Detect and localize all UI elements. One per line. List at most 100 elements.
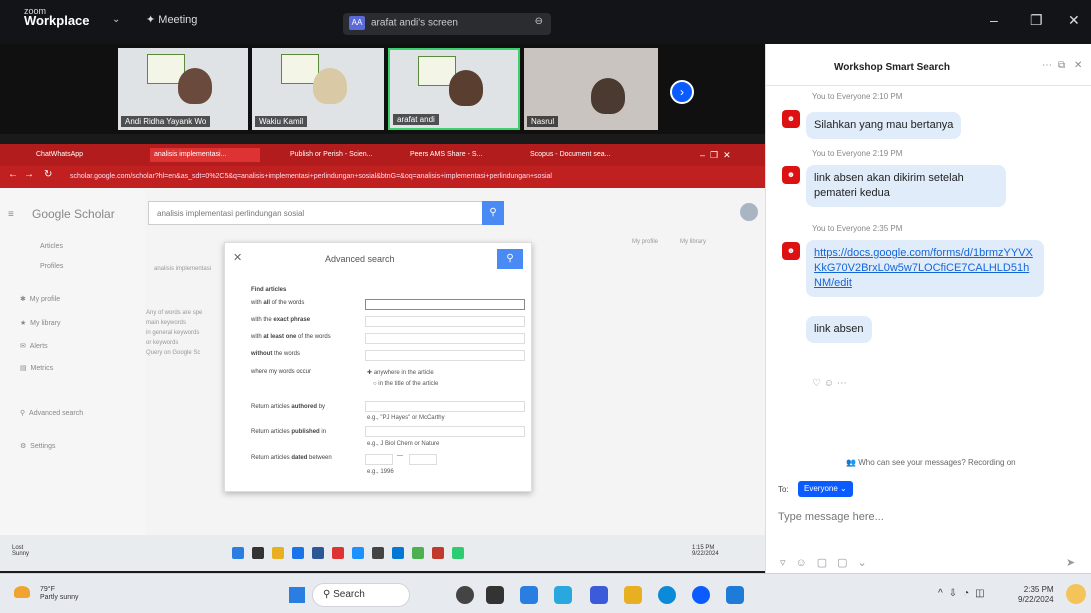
edge-icon[interactable]	[392, 547, 404, 559]
edge-icon[interactable]	[658, 586, 676, 604]
app-icon[interactable]	[590, 586, 608, 604]
year-from-input[interactable]	[365, 454, 393, 465]
year-to-input[interactable]	[409, 454, 437, 465]
next-participants-button[interactable]: ›	[670, 80, 694, 104]
without-words-input[interactable]	[365, 350, 525, 361]
chat-title: Workshop Smart Search	[834, 62, 950, 73]
url-field[interactable]: scholar.google.com/scholar?hl=en&as_sdt=…	[70, 170, 630, 184]
forward-icon[interactable]: →	[24, 169, 34, 180]
chat-message[interactable]: https://docs.google.com/forms/d/1brmzYYV…	[806, 240, 1044, 297]
background-snippet: main keywords	[146, 320, 187, 326]
chevron-down-icon[interactable]: ⌄	[112, 14, 120, 25]
at-least-one-input[interactable]	[365, 333, 525, 344]
recipient-dropdown[interactable]: Everyone ⌄	[798, 481, 853, 497]
publication-input[interactable]	[365, 426, 525, 437]
app-icon[interactable]	[372, 547, 384, 559]
app-icon[interactable]	[726, 586, 744, 604]
chat-message[interactable]: link absen	[806, 316, 872, 343]
screen-share-indicator[interactable]: AA arafat andi's screen ⊖	[343, 13, 551, 35]
meeting-menu[interactable]: ✦ Meeting	[146, 13, 197, 26]
participant-tile[interactable]: Nasrul	[524, 48, 658, 130]
start-icon[interactable]	[232, 547, 244, 559]
weather-widget[interactable]: 79°F Partly sunny	[40, 586, 79, 602]
participant-name: Nasrul	[527, 116, 559, 127]
nav-item-settings[interactable]: ⚙ Settings	[20, 442, 55, 450]
radio-title[interactable]: ○ in the title of the article	[373, 381, 438, 387]
close-icon[interactable]: ✕	[1068, 12, 1080, 29]
publication-hint: e.g., J Biol Chem or Nature	[367, 441, 440, 447]
app-icon[interactable]	[412, 547, 424, 559]
participant-tile-active[interactable]: arafat andi	[388, 48, 520, 130]
send-icon[interactable]: ➤	[1066, 556, 1075, 569]
scholar-search-input[interactable]: analisis implementasi perlindungan sosia…	[148, 201, 504, 225]
folder-icon[interactable]	[624, 586, 642, 604]
close-icon[interactable]: ✕	[233, 251, 242, 264]
copilot-icon[interactable]	[1066, 584, 1086, 604]
app-icon[interactable]	[456, 586, 474, 604]
maximize-icon[interactable]: ❐	[1030, 12, 1043, 29]
app-icon[interactable]	[292, 547, 304, 559]
app-icon[interactable]	[486, 586, 504, 604]
advanced-search-button[interactable]: ⚲	[497, 249, 523, 269]
alert-icon: ✉	[20, 343, 26, 350]
app-icon[interactable]	[452, 547, 464, 559]
participant-tile[interactable]: Andi Ridha Yayank Wo	[118, 48, 248, 130]
user-avatar[interactable]	[740, 203, 758, 221]
chat-message[interactable]: link absen akan dikirim setelah pemateri…	[806, 165, 1006, 207]
close-icon[interactable]: ✕	[1074, 60, 1082, 71]
search-button[interactable]: ⚲	[482, 201, 504, 225]
browser-address-bar: ← → ↻ scholar.google.com/scholar?hl=en&a…	[0, 166, 765, 188]
participant-tile[interactable]: Wakiu Kamil	[252, 48, 384, 130]
app-icon[interactable]	[520, 586, 538, 604]
app-icon[interactable]	[312, 547, 324, 559]
nav-item-metrics[interactable]: ▤ Metrics	[20, 364, 53, 372]
nav-item-alerts[interactable]: ✉ Alerts	[20, 342, 48, 350]
zoom-logo[interactable]: zoom Workplace	[24, 6, 90, 27]
browser-tab[interactable]: Publish or Perish - Scien...	[290, 148, 380, 162]
top-link-my-profile[interactable]: My profile	[632, 239, 658, 245]
browser-tab[interactable]: Peers AMS Share - S...	[410, 148, 500, 162]
chat-message[interactable]: Silahkan yang mau bertanya	[806, 112, 962, 139]
app-icon[interactable]	[554, 586, 572, 604]
browser-window-controls[interactable]: – ❐ ✕	[700, 148, 760, 162]
start-icon[interactable]	[289, 587, 305, 603]
all-words-input[interactable]	[365, 299, 525, 310]
scholar-logo[interactable]: Google Scholar	[32, 207, 115, 221]
zoom-icon[interactable]	[692, 586, 710, 604]
weather-widget[interactable]: Lost Sunny	[12, 545, 29, 557]
field-label: Return articles published in	[251, 429, 327, 435]
reaction-icons[interactable]: ♡ ☺ ⋯	[812, 378, 847, 389]
browser-tab[interactable]: Scopus - Document sea...	[530, 148, 620, 162]
browser-tab-active[interactable]: analisis implementasi...	[150, 148, 260, 162]
nav-item-articles[interactable]: Articles	[40, 243, 63, 250]
taskbar-search[interactable]: ⚲ Search	[312, 583, 410, 607]
chrome-icon[interactable]	[332, 547, 344, 559]
system-tray[interactable]: ^⇩◔◫	[938, 588, 991, 599]
back-icon[interactable]: ←	[8, 169, 18, 180]
chat-link[interactable]: https://docs.google.com/forms/d/1brmzYYV…	[814, 247, 1033, 289]
app-icon[interactable]	[352, 547, 364, 559]
nav-item-advanced-search[interactable]: ⚲ Advanced search	[20, 409, 83, 417]
nav-item-my-profile[interactable]: ✱ My profile	[20, 295, 60, 303]
more-icon[interactable]: ⋯	[1042, 60, 1052, 71]
popout-icon[interactable]: ⧉	[1058, 60, 1065, 71]
exact-phrase-input[interactable]	[365, 316, 525, 327]
top-link-my-library[interactable]: My library	[680, 239, 706, 245]
who-can-see-notice[interactable]: 👥 Who can see your messages? Recording o…	[846, 458, 1016, 467]
reload-icon[interactable]: ↻	[44, 169, 52, 180]
author-input[interactable]	[365, 401, 525, 412]
message-input[interactable]: Type message here...	[778, 511, 884, 523]
nav-item-profiles[interactable]: Profiles	[40, 263, 63, 270]
minimize-icon[interactable]: –	[990, 12, 998, 28]
nav-item-my-library[interactable]: ★ My library	[20, 319, 61, 327]
taskbar-clock[interactable]: 2:35 PM 9/22/2024	[1018, 585, 1054, 605]
app-icon[interactable]	[432, 547, 444, 559]
folder-icon[interactable]	[272, 547, 284, 559]
share-options-icon[interactable]: ⊖	[535, 16, 543, 27]
participant-name: Andi Ridha Yayank Wo	[121, 116, 211, 127]
chat-toolbar[interactable]: ▿☺▢▢⌄	[780, 556, 877, 569]
app-icon[interactable]	[252, 547, 264, 559]
menu-icon[interactable]: ≡	[8, 209, 14, 220]
browser-tab[interactable]: ChatWhatsApp	[36, 148, 126, 162]
radio-anywhere[interactable]: ✚ anywhere in the article	[367, 369, 434, 376]
